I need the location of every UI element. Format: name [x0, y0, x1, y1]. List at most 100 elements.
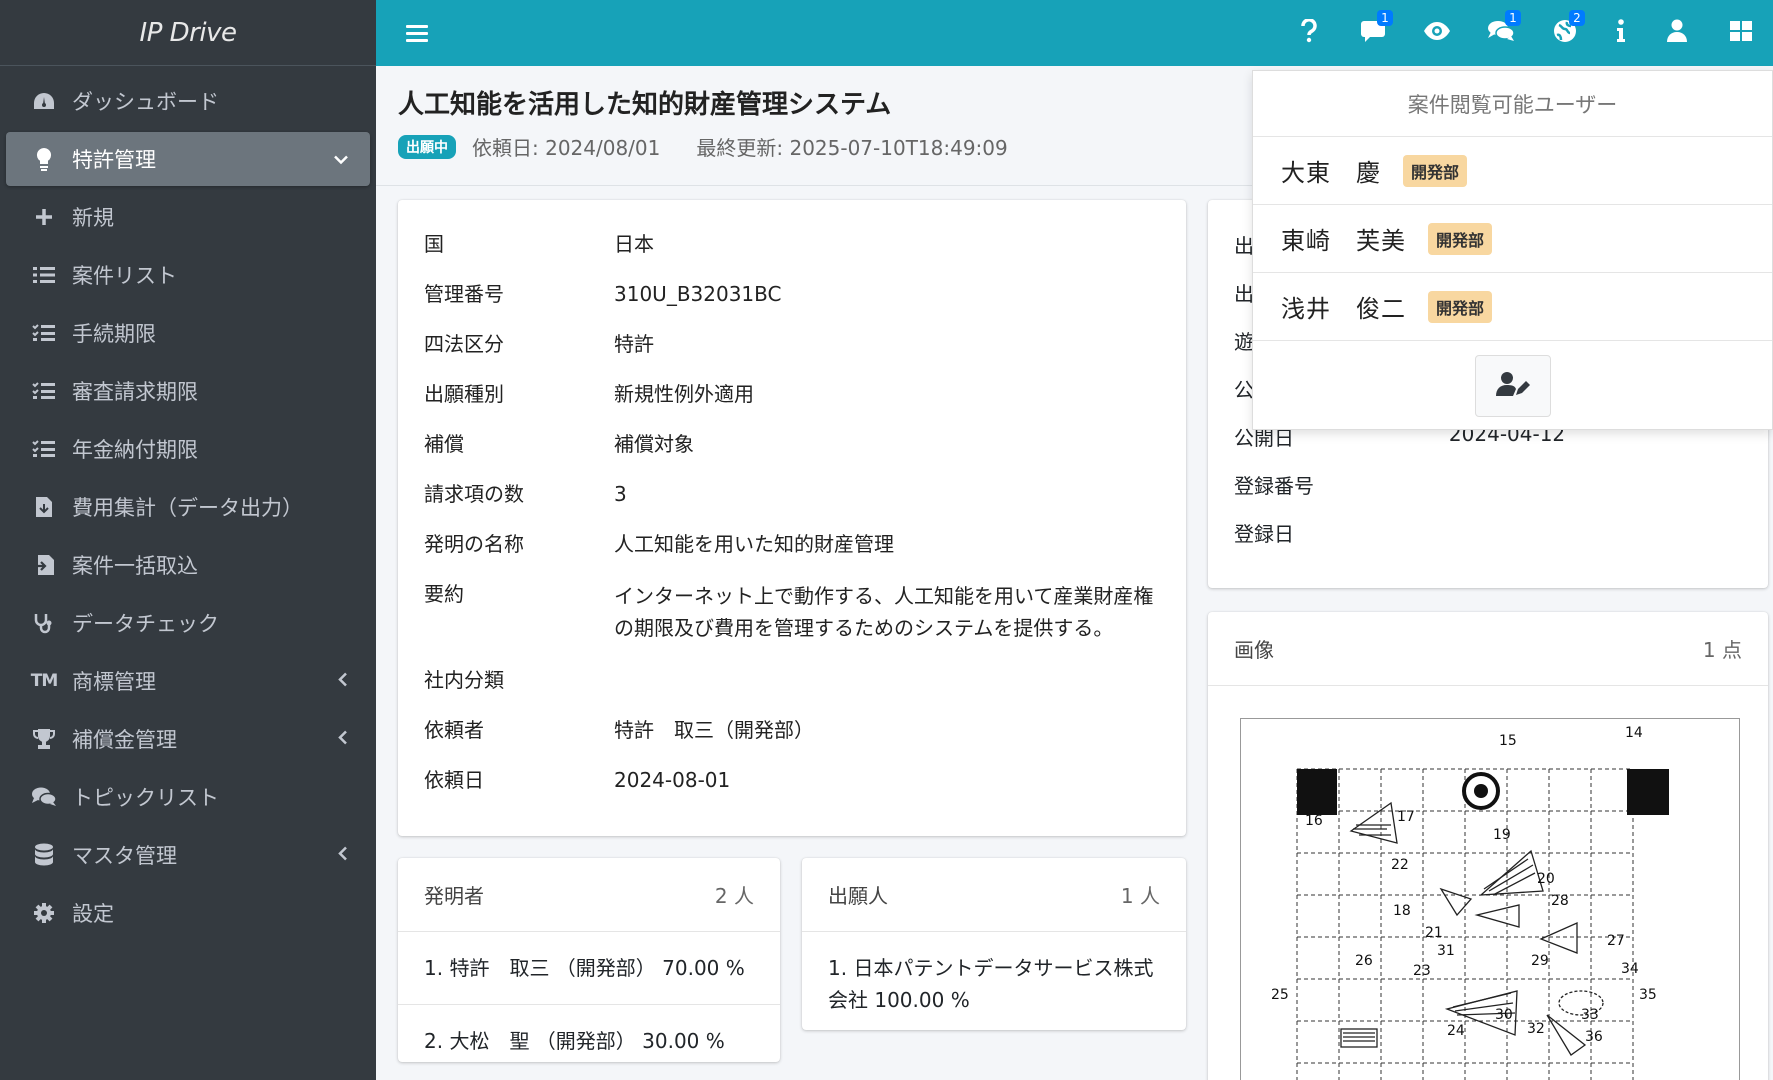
case-meta: 出願中 依頼日: 2024/08/01 最終更新: 2025-07-10T18:… [398, 132, 1008, 161]
user-icon [1666, 19, 1688, 47]
svg-text:29: 29 [1531, 953, 1549, 969]
detail-row: 依頼者 特許 取三（開発部） [424, 716, 1160, 744]
watch-button[interactable] [1405, 0, 1469, 66]
comment-count-badge: 1 [1377, 10, 1393, 26]
user-button[interactable] [1645, 0, 1709, 66]
sidebar-item-settings[interactable]: 設定 [6, 886, 370, 940]
svg-text:19: 19 [1493, 827, 1511, 843]
gear-icon [30, 902, 58, 924]
sidebar-item-bulk-import[interactable]: 案件一括取込 [6, 538, 370, 592]
info-button[interactable] [1597, 0, 1645, 66]
sidebar-item-exam-deadline[interactable]: 審査請求期限 [6, 364, 370, 418]
svg-text:28: 28 [1551, 893, 1569, 909]
sidebar-item-dashboard[interactable]: ダッシュボード [6, 74, 370, 128]
inventors-card: 発明者 2 人 1. 特許 取三 （開発部） 70.00 % 2. 大松 聖 （… [398, 858, 780, 1062]
detail-value: 310U_B32031BC [614, 282, 782, 306]
top-navbar: 1 1 2 [376, 0, 1773, 66]
sidebar-item-label: 手続期限 [72, 322, 156, 346]
viewer-user-row[interactable]: 大東 慶 開発部 [1253, 137, 1772, 205]
image-card: 画像 1 点 15 14 16 17 19 22 20 18 28 21 27 … [1208, 612, 1768, 1080]
sidebar-item-label: 案件リスト [72, 264, 177, 288]
question-icon [1301, 18, 1317, 47]
chevron-left-icon [338, 672, 348, 691]
svg-text:33: 33 [1581, 1007, 1599, 1023]
viewer-user-row[interactable]: 東崎 芙美 開発部 [1253, 205, 1772, 273]
sidebar-item-label: 補償金管理 [72, 728, 177, 752]
edit-viewers-button[interactable] [1474, 355, 1551, 417]
detail-row: 補償 補償対象 [424, 430, 1160, 458]
sidebar-item-case-list[interactable]: 案件リスト [6, 248, 370, 302]
info-icon [1616, 19, 1626, 47]
sidebar-item-annuity-deadline[interactable]: 年金納付期限 [6, 422, 370, 476]
detail-row: 出願種別 新規性例外適用 [424, 380, 1160, 408]
database-icon [30, 843, 58, 867]
svg-text:26: 26 [1355, 953, 1373, 969]
detail-row: 管理番号 310U_B32031BC [424, 280, 1160, 308]
stethoscope-icon [30, 612, 58, 634]
info-row: 登録番号 [1234, 470, 1742, 518]
detail-row: 四法区分 特許 [424, 330, 1160, 358]
chat-button[interactable]: 1 [1469, 0, 1533, 66]
file-download-icon [30, 496, 58, 518]
detail-key: 依頼日 [424, 768, 484, 792]
case-detail-card: 国 日本 管理番号 310U_B32031BC 四法区分 特許 出願種別 新規性例外適用… [398, 200, 1186, 836]
navbar-icons: 1 1 2 [1277, 0, 1773, 66]
sidebar-item-compensation[interactable]: 補償金管理 [6, 712, 370, 766]
svg-text:30: 30 [1495, 1007, 1513, 1023]
sidebar-item-label: 審査請求期限 [72, 380, 198, 404]
svg-text:24: 24 [1447, 1023, 1465, 1039]
info-key: 登録番号 [1234, 474, 1314, 498]
chat-count-badge: 1 [1505, 10, 1521, 26]
detail-key: 発明の名称 [424, 532, 524, 556]
help-button[interactable] [1277, 0, 1341, 66]
sidebar-item-label: 新規 [72, 206, 114, 230]
sidebar-item-master[interactable]: マスタ管理 [6, 828, 370, 882]
detail-value: 特許 取三（開発部） [614, 718, 814, 742]
viewer-name: 大東 慶 [1281, 159, 1381, 187]
svg-text:18: 18 [1393, 903, 1411, 919]
file-import-icon [30, 554, 58, 576]
comments-button[interactable]: 1 [1341, 0, 1405, 66]
svg-text:20: 20 [1537, 871, 1555, 887]
brand-logo[interactable]: IP Drive [0, 0, 376, 66]
sidebar-item-label: 設定 [72, 902, 114, 926]
viewers-dropdown-title: 案件閲覧可能ユーザー [1253, 71, 1772, 137]
sidebar-item-cost-export[interactable]: 費用集計（データ出力） [6, 480, 370, 534]
image-card-title: 画像 [1234, 638, 1274, 662]
detail-key: 国 [424, 232, 444, 256]
chevron-left-icon [338, 730, 348, 749]
tasks-icon [30, 323, 58, 343]
sidebar-item-procedure-deadline[interactable]: 手続期限 [6, 306, 370, 360]
svg-text:34: 34 [1621, 961, 1639, 977]
detail-value: 2024-08-01 [614, 768, 731, 792]
sidebar-item-patent[interactable]: 特許管理 [6, 132, 370, 186]
detail-key: 管理番号 [424, 282, 504, 306]
detail-value: インターネット上で動作する、人工知能を用いて産業財産権の期限及び費用を管理するた… [614, 584, 1154, 640]
sidebar-item-new[interactable]: 新規 [6, 190, 370, 244]
detail-value [614, 666, 1160, 694]
menu-toggle-icon[interactable] [406, 21, 428, 46]
chevron-down-icon [334, 150, 348, 169]
list-icon [30, 265, 58, 285]
viewer-user-row[interactable]: 浅井 俊二 開発部 [1253, 273, 1772, 341]
info-row: 登録日 [1234, 518, 1742, 566]
applicants-title: 出願人 [828, 884, 888, 908]
request-date: 依頼日: 2024/08/01 [472, 136, 661, 160]
inventors-header: 発明者 2 人 [398, 858, 780, 932]
sidebar-item-trademark[interactable]: TM 商標管理 [6, 654, 370, 708]
detail-value: 新規性例外適用 [614, 382, 754, 406]
apps-button[interactable] [1709, 0, 1773, 66]
sidebar-item-topics[interactable]: トピックリスト [6, 770, 370, 824]
sidebar-item-data-check[interactable]: データチェック [6, 596, 370, 650]
patent-drawing-thumbnail[interactable]: 15 14 16 17 19 22 20 18 28 21 27 31 29 26 23 34 … [1240, 718, 1740, 1080]
applicants-card: 出願人 1 人 1. 日本パテントデータサービス株式会社 100.00 % [802, 858, 1186, 1030]
detail-value: 人工知能を用いた知的財産管理 [614, 532, 894, 556]
info-key: 登録日 [1234, 522, 1294, 546]
eye-icon [1423, 21, 1451, 45]
department-badge: 開発部 [1428, 290, 1493, 323]
svg-text:36: 36 [1585, 1029, 1603, 1045]
inventors-title: 発明者 [424, 884, 484, 908]
globe-button[interactable]: 2 [1533, 0, 1597, 66]
viewers-dropdown: 案件閲覧可能ユーザー 大東 慶 開発部 東崎 芙美 開発部 浅井 俊二 開発部 [1252, 70, 1773, 430]
sidebar-item-label: データチェック [72, 612, 219, 636]
